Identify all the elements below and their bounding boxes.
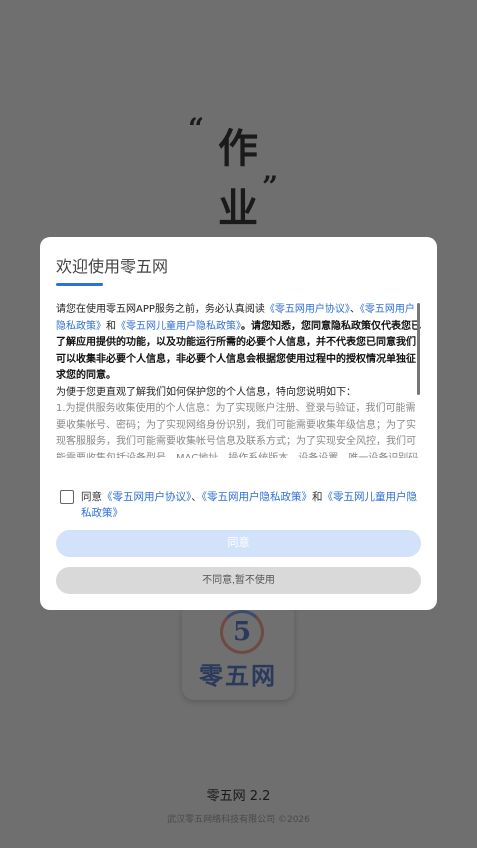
privacy-dialog: 欢迎使用零五网 请您在使用零五网APP服务之前，务必认真阅读《零五网用户协议》、… xyxy=(40,237,437,610)
quote-open-mark: “ xyxy=(188,112,205,145)
conjunction: 和 xyxy=(106,320,116,332)
app-logo: 5 零五网 xyxy=(182,600,294,700)
policy-paragraph-1: 请您在使用零五网APP服务之前，务必认真阅读《零五网用户协议》、《零五网用户隐私… xyxy=(56,302,421,385)
policy-scroll-area[interactable]: 请您在使用零五网APP服务之前，务必认真阅读《零五网用户协议》、《零五网用户隐私… xyxy=(56,302,421,458)
agree-separator: 、 xyxy=(191,491,202,503)
policy-paragraph-2: 为便于您更直观了解我们如何保护您的个人信息，特向您说明如下： xyxy=(56,386,356,398)
agree-checkbox[interactable] xyxy=(60,490,74,504)
agree-conjunction: 和 xyxy=(312,491,323,503)
policy-paragraph-3: 1.为提供服务收集使用的个人信息：为了实现账户注册、登录与验证，我们可能需要收集… xyxy=(56,403,419,458)
logo-numeral-icon: 5 xyxy=(220,610,264,654)
dialog-title: 欢迎使用零五网 xyxy=(56,257,169,276)
quote-char-1: 作 xyxy=(218,126,258,172)
agree-button[interactable]: 同意 xyxy=(56,530,421,557)
agree-user-agreement-link[interactable]: 《零五网用户协议》 xyxy=(102,491,191,503)
splash-quote: “ 作 业 ” xyxy=(188,108,298,238)
child-privacy-link[interactable]: 《零五网儿童用户隐私政策》 xyxy=(116,321,241,332)
policy-intro-text: 请您在使用零五网APP服务之前，务必认真阅读 xyxy=(56,304,265,315)
agree-prefix: 同意 xyxy=(81,491,102,503)
quote-char-2: 业 xyxy=(218,186,258,232)
app-version: 零五网 2.2 xyxy=(206,789,271,804)
agree-privacy-policy-link[interactable]: 《零五网用户隐私政策》 xyxy=(202,491,312,503)
agree-text: 同意《零五网用户协议》、《零五网用户隐私政策》和《零五网儿童用户隐私政策》 xyxy=(81,489,421,521)
decline-button[interactable]: 不同意,暂不使用 xyxy=(56,567,421,594)
logo-text: 零五网 xyxy=(199,662,277,690)
copyright: 武汉零五网络科技有限公司 ©2026 xyxy=(167,815,310,825)
title-underline xyxy=(56,283,103,286)
user-agreement-link[interactable]: 《零五网用户协议》 xyxy=(265,304,350,315)
scrollbar[interactable] xyxy=(417,303,420,395)
separator: 、 xyxy=(349,304,360,315)
quote-close-mark: ” xyxy=(262,170,279,203)
